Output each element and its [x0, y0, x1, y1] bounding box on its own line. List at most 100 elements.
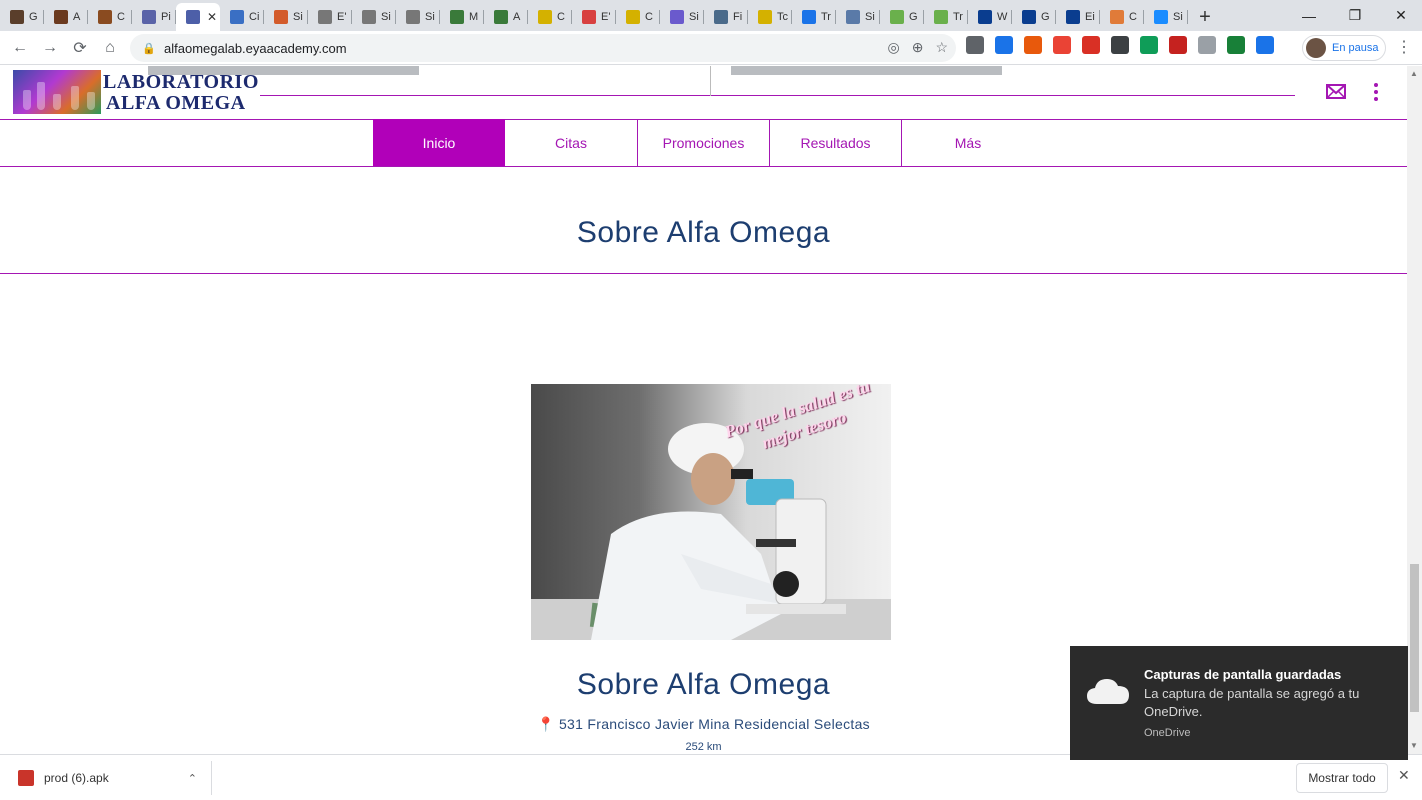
new-tab-button[interactable]: +	[1188, 3, 1222, 31]
browser-tab[interactable]: W	[968, 3, 1012, 31]
minimize-button[interactable]: —	[1286, 0, 1332, 31]
browser-tab[interactable]: Tr	[792, 3, 836, 31]
section-title: Sobre Alfa Omega	[576, 216, 831, 249]
browser-tab[interactable]: Si	[1144, 3, 1188, 31]
extension-icon[interactable]	[1053, 36, 1071, 54]
logo-image[interactable]	[13, 70, 101, 114]
nav-item-mas[interactable]: Más	[902, 119, 1034, 166]
tab-favicon-icon	[10, 10, 24, 24]
reload-icon[interactable]: ⟳	[65, 33, 95, 63]
tab-title: Si	[425, 11, 435, 23]
extension-icon[interactable]	[1140, 36, 1158, 54]
extension-icon[interactable]	[995, 36, 1013, 54]
browser-tab[interactable]: Ei	[1056, 3, 1100, 31]
bookmark-star-icon[interactable]: ☆	[935, 39, 948, 56]
extension-icon[interactable]	[1198, 36, 1216, 54]
page-scrollbar[interactable]: ▲ ▼	[1407, 66, 1422, 754]
tab-title: Si	[689, 11, 699, 23]
logo-text[interactable]: LABORATORIO ALFA OMEGA	[103, 72, 259, 114]
url-text: alfaomegalab.eyaacademy.com	[164, 40, 347, 56]
nav-item-promociones[interactable]: Promociones	[638, 119, 770, 166]
browser-tab[interactable]: ✕	[176, 3, 220, 31]
browser-tab[interactable]: Si	[264, 3, 308, 31]
browser-tab[interactable]: Si	[660, 3, 704, 31]
extension-icon[interactable]	[1024, 36, 1042, 54]
extension-icon[interactable]	[1082, 36, 1100, 54]
close-download-bar-icon[interactable]: ✕	[1398, 767, 1410, 784]
browser-tab[interactable]: Si	[836, 3, 880, 31]
scrollbar-thumb[interactable]	[1410, 564, 1419, 712]
nav-item-resultados[interactable]: Resultados	[770, 119, 902, 166]
tab-favicon-icon	[1110, 10, 1124, 24]
browser-tab[interactable]: Fi	[704, 3, 748, 31]
show-all-button[interactable]: Mostrar todo	[1296, 763, 1388, 793]
mail-icon[interactable]	[1326, 83, 1346, 101]
browser-tab[interactable]: Tr	[924, 3, 968, 31]
tab-favicon-icon	[758, 10, 772, 24]
nav-item-inicio[interactable]: Inicio	[373, 119, 505, 166]
tab-favicon-icon	[494, 10, 508, 24]
browser-menu-icon[interactable]: ⋮	[1396, 37, 1412, 57]
nav-item-citas[interactable]: Citas	[505, 119, 638, 166]
browser-tab[interactable]: C	[616, 3, 660, 31]
site-header: LABORATORIO ALFA OMEGA	[0, 66, 1407, 120]
browser-tab[interactable]: Pi	[132, 3, 176, 31]
scroll-down-icon[interactable]: ▼	[1410, 741, 1418, 750]
browser-tab[interactable]: C	[1100, 3, 1144, 31]
extension-icon[interactable]	[1169, 36, 1187, 54]
browser-tab[interactable]: C	[528, 3, 572, 31]
browser-tab[interactable]: G	[0, 3, 44, 31]
tab-favicon-icon	[230, 10, 244, 24]
location-icon[interactable]: ◎	[887, 39, 899, 56]
tab-favicon-icon	[890, 10, 904, 24]
back-arrow-icon[interactable]: ←	[5, 33, 35, 63]
chevron-up-icon[interactable]: ⌃	[188, 772, 197, 785]
tab-title: Si	[381, 11, 391, 23]
tab-title: E'	[337, 11, 347, 23]
tab-favicon-icon	[582, 10, 596, 24]
close-window-button[interactable]: ✕	[1378, 0, 1422, 31]
tab-title: Si	[865, 11, 875, 23]
add-icon[interactable]: ⊕	[912, 39, 924, 56]
browser-tab[interactable]: M	[440, 3, 484, 31]
tab-title: Tc	[777, 11, 788, 23]
download-item[interactable]: prod (6).apk ⌃	[8, 761, 212, 795]
cloud-icon	[1087, 679, 1129, 704]
tab-favicon-icon	[142, 10, 156, 24]
kebab-menu-icon[interactable]	[1372, 82, 1380, 102]
profile-status: En pausa	[1332, 42, 1379, 54]
browser-tab[interactable]: C	[88, 3, 132, 31]
home-icon[interactable]: ⌂	[95, 33, 125, 63]
profile-button[interactable]: En pausa	[1302, 35, 1386, 61]
extension-icon[interactable]	[1227, 36, 1245, 54]
address-bar[interactable]: 🔒 alfaomegalab.eyaacademy.com ◎ ⊕ ☆	[130, 34, 956, 62]
extension-icon[interactable]	[966, 36, 984, 54]
logo-line-2: ALFA OMEGA	[106, 92, 246, 114]
onedrive-notification[interactable]: Capturas de pantalla guardadas La captur…	[1070, 646, 1408, 760]
browser-tab[interactable]: Ci	[220, 3, 264, 31]
tab-title: Ci	[249, 11, 260, 23]
tab-title: G	[909, 11, 918, 23]
forward-arrow-icon[interactable]: →	[35, 33, 65, 63]
maximize-button[interactable]: ❐	[1332, 0, 1378, 31]
tab-favicon-icon	[406, 10, 420, 24]
browser-tab[interactable]: E'	[572, 3, 616, 31]
browser-tab[interactable]: Tc	[748, 3, 792, 31]
browser-tab[interactable]: A	[44, 3, 88, 31]
tab-favicon-icon	[626, 10, 640, 24]
extensions-area	[966, 36, 1274, 54]
extension-icon[interactable]	[1111, 36, 1129, 54]
browser-tab[interactable]: Si	[396, 3, 440, 31]
tab-title: C	[117, 11, 125, 23]
browser-tab[interactable]: E'	[308, 3, 352, 31]
browser-tab[interactable]: G	[1012, 3, 1056, 31]
close-tab-icon[interactable]: ✕	[207, 10, 217, 24]
browser-tab[interactable]: G	[880, 3, 924, 31]
tab-title: A	[73, 11, 81, 23]
location-pin-icon: 📍	[537, 716, 555, 732]
browser-tab[interactable]: Si	[352, 3, 396, 31]
browser-tab[interactable]: A	[484, 3, 528, 31]
extension-icon[interactable]	[1256, 36, 1274, 54]
tab-favicon-icon	[802, 10, 816, 24]
scroll-up-icon[interactable]: ▲	[1410, 69, 1418, 78]
